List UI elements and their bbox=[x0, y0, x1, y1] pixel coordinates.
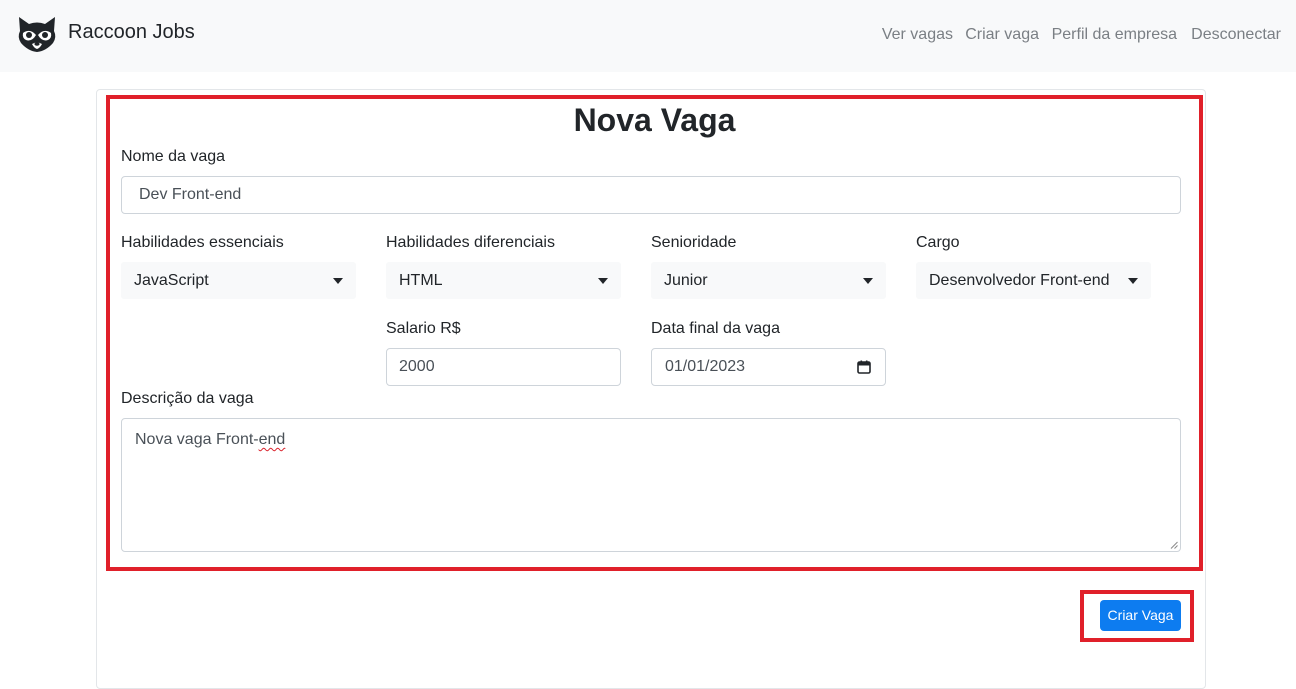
chevron-down-icon bbox=[333, 278, 343, 284]
end-date-label: Data final da vaga bbox=[651, 320, 780, 337]
end-date-value: 01/01/2023 bbox=[665, 358, 746, 375]
essential-skills-select[interactable]: JavaScript bbox=[121, 262, 356, 299]
end-date-input[interactable]: 01/01/2023 bbox=[651, 348, 886, 386]
role-label: Cargo bbox=[916, 234, 960, 251]
differential-skills-select[interactable]: HTML bbox=[386, 262, 621, 299]
salary-label: Salario R$ bbox=[386, 320, 461, 337]
seniority-value: Junior bbox=[664, 271, 708, 289]
description-textarea[interactable]: Nova vaga Front-end bbox=[121, 418, 1181, 552]
differential-skills-value: HTML bbox=[399, 271, 443, 289]
calendar-icon[interactable] bbox=[857, 360, 871, 374]
resize-grip-icon[interactable] bbox=[1170, 541, 1178, 549]
brand-name: Raccoon Jobs bbox=[68, 20, 195, 43]
chevron-down-icon bbox=[1128, 278, 1138, 284]
brand[interactable]: Raccoon Jobs bbox=[16, 14, 195, 54]
create-job-button[interactable]: Criar Vaga bbox=[1100, 600, 1181, 631]
raccoon-icon bbox=[18, 17, 56, 52]
job-name-label: Nome da vaga bbox=[121, 148, 226, 165]
differential-skills-label: Habilidades diferenciais bbox=[386, 234, 555, 251]
description-label: Descrição da vaga bbox=[121, 390, 254, 407]
nav-item-desconectar[interactable]: Desconectar bbox=[1191, 24, 1281, 46]
essential-skills-value: JavaScript bbox=[134, 271, 209, 289]
seniority-select[interactable]: Junior bbox=[651, 262, 886, 299]
nav-item-perfil-empresa[interactable]: Perfil da empresa bbox=[1052, 24, 1177, 46]
chevron-down-icon bbox=[598, 278, 608, 284]
essential-skills-label: Habilidades essenciais bbox=[121, 234, 284, 251]
nav-item-criar-vaga[interactable]: Criar vaga bbox=[965, 24, 1039, 46]
role-value: Desenvolvedor Front-end bbox=[929, 271, 1110, 289]
job-name-input[interactable] bbox=[121, 176, 1181, 214]
navbar: Raccoon Jobs Ver vagas Criar vaga Perfil… bbox=[0, 0, 1296, 72]
nav-item-ver-vagas[interactable]: Ver vagas bbox=[882, 24, 953, 46]
chevron-down-icon bbox=[863, 278, 873, 284]
description-text: Nova vaga Front-end bbox=[135, 431, 286, 448]
seniority-label: Senioridade bbox=[651, 234, 737, 251]
role-select[interactable]: Desenvolvedor Front-end bbox=[916, 262, 1151, 299]
salary-input[interactable] bbox=[386, 348, 621, 386]
page-title: Nova Vaga bbox=[573, 102, 736, 138]
